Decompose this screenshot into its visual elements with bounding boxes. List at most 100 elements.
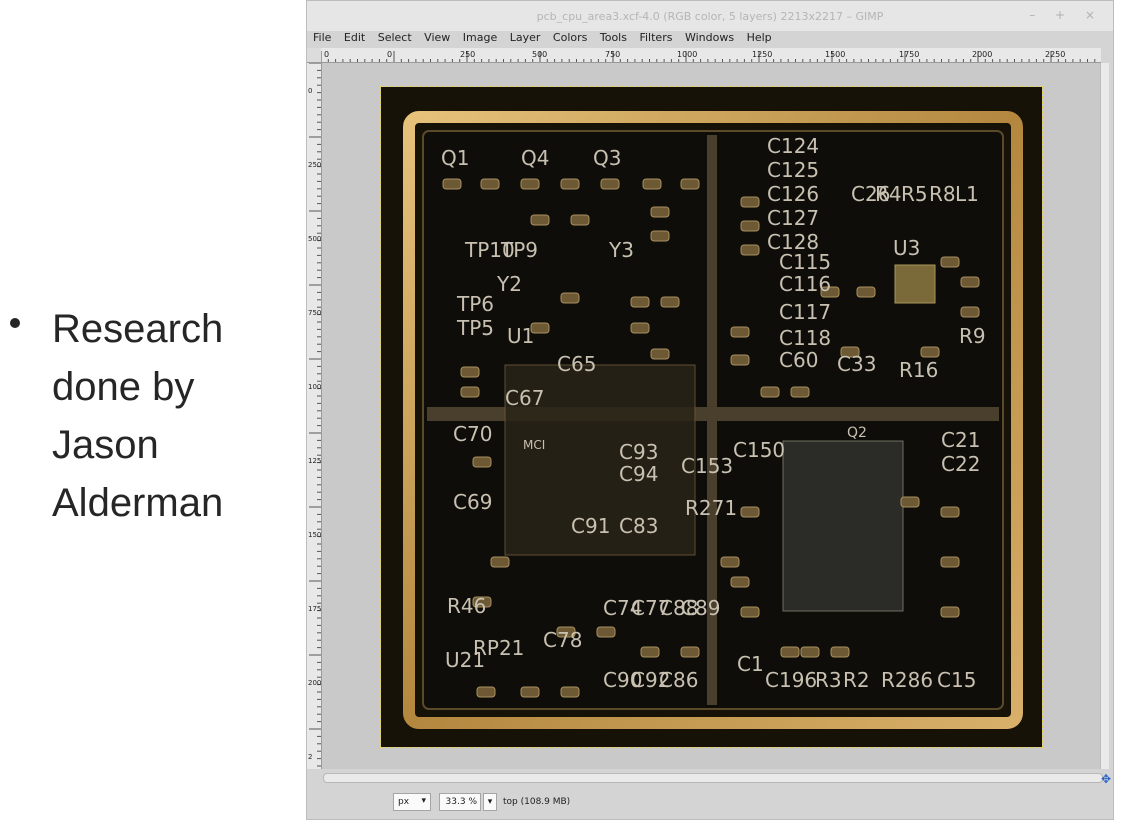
- vertical-scrollbar[interactable]: [1100, 63, 1109, 769]
- vruler-label-2: 2: [308, 753, 312, 761]
- smd-component: [960, 276, 980, 288]
- maximize-button[interactable]: +: [1055, 8, 1073, 22]
- silk-c33: C33: [837, 352, 876, 376]
- horizontal-scrollbar[interactable]: [323, 773, 1103, 783]
- vruler-label-1000: 1000: [308, 383, 321, 391]
- smd-component: [680, 646, 700, 658]
- menu-help[interactable]: Help: [747, 31, 772, 44]
- smd-component: [650, 348, 670, 360]
- vruler-label-1750: 1750: [308, 605, 321, 613]
- minimize-button[interactable]: –: [1029, 8, 1043, 22]
- smd-component: [730, 326, 750, 338]
- silk-c125: C125: [767, 158, 819, 182]
- hruler-label-250: 250: [460, 50, 475, 59]
- silk-c86: C86: [659, 668, 698, 692]
- menu-bar: File Edit Select View Image Layer Colors…: [307, 31, 1113, 47]
- vertical-ruler-ticks: 0 250 500 750 1000 1250 1500 1750 2000 2: [308, 63, 321, 767]
- silk-u1: U1: [507, 324, 534, 348]
- navigate-icon[interactable]: ✥: [1101, 772, 1111, 786]
- menu-colors[interactable]: Colors: [553, 31, 587, 44]
- menu-windows[interactable]: Windows: [685, 31, 734, 44]
- silk-c15: C15: [937, 668, 976, 692]
- window-controls: – + ×: [1029, 8, 1103, 22]
- smd-component: [740, 220, 760, 232]
- silk-u3: U3: [893, 236, 920, 260]
- silk-c93: C93: [619, 440, 658, 464]
- hruler-label-750: 750: [605, 50, 620, 59]
- smd-component: [650, 206, 670, 218]
- vruler-label-1500: 1500: [308, 531, 321, 539]
- silk-c83: C83: [619, 514, 658, 538]
- smd-component: [940, 256, 960, 268]
- silk-r16: R16: [899, 358, 938, 382]
- silk-r271: R271: [685, 496, 737, 520]
- silk-r3: R3: [815, 668, 842, 692]
- quick-mask-toggle[interactable]: [307, 48, 322, 63]
- title-bar[interactable]: pcb_cpu_area3.xcf-4.0 (RGB color, 5 laye…: [307, 1, 1113, 31]
- window-title: pcb_cpu_area3.xcf-4.0 (RGB color, 5 laye…: [536, 10, 884, 23]
- vruler-label-250: 250: [308, 161, 321, 169]
- smd-component: [560, 686, 580, 698]
- pcb-artwork: Q1 Q4 Q3 C124 C125 C126 C127 C128 C26 R4…: [381, 87, 1042, 747]
- silk-c115: C115: [779, 250, 831, 274]
- image-canvas[interactable]: Q1 Q4 Q3 C124 C125 C126 C127 C128 C26 R4…: [322, 63, 1103, 769]
- hruler-label-1750: 1750: [899, 50, 919, 59]
- zoom-value: 33.3 %: [445, 797, 477, 807]
- smd-component: [780, 646, 800, 658]
- smd-component: [730, 576, 750, 588]
- smd-component: [650, 230, 670, 242]
- smd-component: [760, 386, 780, 398]
- smd-component: [476, 686, 496, 698]
- horizontal-ruler-ticks: 0 0 250 500 750 1000 1250 1500 1750 2000…: [321, 50, 1096, 62]
- menu-edit[interactable]: Edit: [344, 31, 365, 44]
- menu-file[interactable]: File: [313, 31, 331, 44]
- menu-view[interactable]: View: [424, 31, 450, 44]
- silk-q3: Q3: [593, 146, 621, 170]
- hruler-label-1000: 1000: [677, 50, 697, 59]
- vertical-ruler[interactable]: 0 250 500 750 1000 1250 1500 1750 2000 2: [307, 63, 322, 769]
- smd-component: [442, 178, 462, 190]
- menu-filters[interactable]: Filters: [639, 31, 672, 44]
- zoom-input[interactable]: 33.3 %: [439, 793, 481, 811]
- menu-image[interactable]: Image: [463, 31, 497, 44]
- smd-component: [856, 286, 876, 298]
- smd-component: [490, 556, 510, 568]
- menu-layer[interactable]: Layer: [510, 31, 541, 44]
- smd-component: [570, 214, 590, 226]
- unit-select[interactable]: px ▾: [393, 793, 431, 811]
- silk-r46: R46: [447, 594, 486, 618]
- menu-tools[interactable]: Tools: [600, 31, 627, 44]
- smd-component: [740, 506, 760, 518]
- smd-component: [730, 354, 750, 366]
- close-button[interactable]: ×: [1085, 8, 1103, 22]
- smd-component: [900, 496, 920, 508]
- silk-q4: Q4: [521, 146, 549, 170]
- menu-select[interactable]: Select: [378, 31, 412, 44]
- unit-value: px: [398, 797, 410, 807]
- silk-r286: R286: [881, 668, 933, 692]
- smd-component: [530, 214, 550, 226]
- status-bar: px ▾ 33.3 % ▾ top (108.9 MB): [307, 785, 1113, 819]
- silk-y3: Y3: [608, 238, 634, 262]
- vruler-label-750: 750: [308, 309, 321, 317]
- silk-c21: C21: [941, 428, 980, 452]
- silk-c89: C89: [681, 596, 720, 620]
- status-message: top (108.9 MB): [503, 797, 571, 807]
- silk-y2: Y2: [496, 272, 522, 296]
- memory-chip: [782, 440, 904, 612]
- silk-c126: C126: [767, 182, 819, 206]
- silk-r9: R9: [959, 324, 986, 348]
- u3-chip: [894, 264, 936, 304]
- smd-component: [480, 178, 500, 190]
- smd-component: [740, 606, 760, 618]
- bullet-dot: [10, 318, 20, 328]
- smd-component: [830, 646, 850, 658]
- silk-q1: Q1: [441, 146, 469, 170]
- hruler-label-500: 500: [532, 50, 547, 59]
- horizontal-ruler[interactable]: 0 0 250 500 750 1000 1250 1500 1750 2000…: [321, 48, 1101, 63]
- smd-component: [640, 646, 660, 658]
- zoom-dropdown-button[interactable]: ▾: [483, 793, 497, 811]
- silk-q2: Q2: [847, 425, 867, 441]
- silk-c78: C78: [543, 628, 582, 652]
- hruler-label-1500: 1500: [825, 50, 845, 59]
